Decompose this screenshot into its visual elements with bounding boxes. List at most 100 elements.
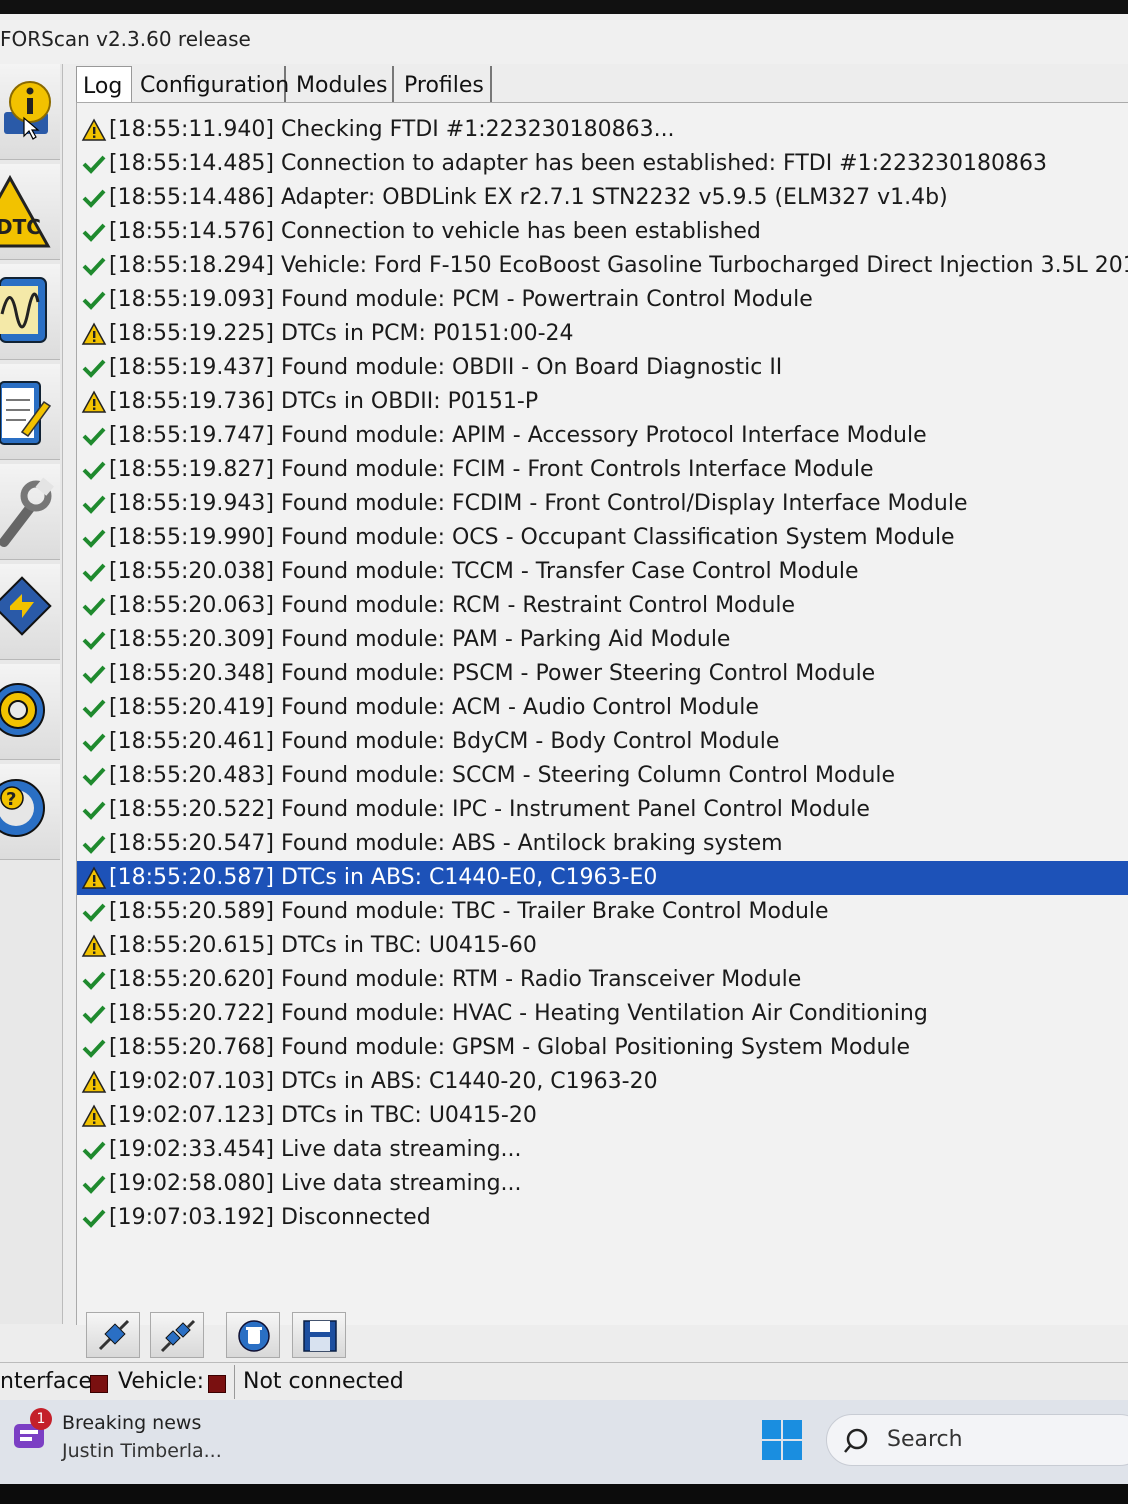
warning-icon [81,1104,107,1127]
tab-modules[interactable]: Modules [290,66,394,102]
tab-configuration[interactable]: Configuration [134,66,289,102]
checkmark-icon [82,223,106,242]
notification-badge: 1 [30,1408,52,1430]
checkmark-icon [82,971,106,990]
checkmark-icon [82,189,106,208]
title-bar: FORScan v2.3.60 release [0,14,1128,64]
sidebar-notepad-button[interactable] [0,364,60,460]
checkmark-icon [82,359,106,378]
log-row[interactable]: [18:55:20.768] Found module: GPSM - Glob… [77,1031,1128,1065]
log-row[interactable]: [18:55:20.483] Found module: SCCM - Stee… [77,759,1128,793]
help-icon: ? [0,779,45,837]
log-row[interactable]: [18:55:14.485] Connection to adapter has… [77,147,1128,181]
sidebar-oscilloscope-button[interactable] [0,264,60,360]
log-row[interactable]: [18:55:14.576] Connection to vehicle has… [77,215,1128,249]
log-row[interactable]: [18:55:20.348] Found module: PSCM - Powe… [77,657,1128,691]
sidebar-dtc-button[interactable]: DTC [0,164,60,260]
log-row-text: [18:55:20.722] Found module: HVAC - Heat… [109,1001,928,1026]
log-row[interactable]: [18:55:20.522] Found module: IPC - Instr… [77,793,1128,827]
connect-button[interactable] [86,1312,140,1358]
news-subtitle: Justin Timberla... [62,1440,222,1462]
sidebar-help-button[interactable]: ? [0,764,60,860]
log-row[interactable]: [18:55:19.093] Found module: PCM - Power… [77,283,1128,317]
log-list[interactable]: [18:55:11.940] Checking FTDI #1:22323018… [76,102,1128,1325]
log-row[interactable]: [18:55:20.615] DTCs in TBC: U0415-60 [77,929,1128,963]
log-row[interactable]: [18:55:20.309] Found module: PAM - Parki… [77,623,1128,657]
log-row[interactable]: [19:02:07.103] DTCs in ABS: C1440-20, C1… [77,1065,1128,1099]
log-row[interactable]: [18:55:20.620] Found module: RTM - Radio… [77,963,1128,997]
sidebar-wrench-button[interactable] [0,464,60,560]
log-row[interactable]: [18:55:14.486] Adapter: OBDLink EX r2.7.… [77,181,1128,215]
log-row[interactable]: [18:55:20.547] Found module: ABS - Antil… [77,827,1128,861]
warning-icon [81,934,107,957]
windows-start-icon[interactable] [762,1420,802,1460]
log-row-text: [18:55:20.038] Found module: TCCM - Tran… [109,559,859,584]
log-row[interactable]: [19:02:07.123] DTCs in TBC: U0415-20 [77,1099,1128,1133]
log-row[interactable]: [18:55:19.437] Found module: OBDII - On … [77,351,1128,385]
log-row[interactable]: [19:02:58.080] Live data streaming... [77,1167,1128,1201]
log-row[interactable]: [18:55:20.589] Found module: TBC - Trail… [77,895,1128,929]
wrench-icon [0,477,54,547]
log-row[interactable]: [18:55:19.827] Found module: FCIM - Fron… [77,453,1128,487]
warning-icon [81,118,107,141]
log-row[interactable]: [18:55:20.038] Found module: TCCM - Tran… [77,555,1128,589]
search-label: Search [887,1427,963,1452]
disconnect-button[interactable] [150,1312,204,1358]
log-row-text: [18:55:20.768] Found module: GPSM - Glob… [109,1035,911,1060]
log-row-text: [18:55:20.063] Found module: RCM - Restr… [109,593,796,618]
checkmark-icon [82,1175,106,1194]
log-row[interactable]: [18:55:20.587] DTCs in ABS: C1440-E0, C1… [77,861,1128,895]
sidebar-settings-button[interactable] [0,664,60,760]
sidebar-info-button[interactable] [0,64,60,160]
checkmark-icon [82,835,106,854]
log-row[interactable]: [18:55:18.294] Vehicle: Ford F-150 EcoBo… [77,249,1128,283]
log-row-text: [19:02:07.123] DTCs in TBC: U0415-20 [109,1103,537,1128]
taskbar: 1 Breaking news Justin Timberla... Searc… [0,1400,1128,1484]
tab-profiles[interactable]: Profiles [398,66,492,102]
status-bar: nterface: Vehicle: Not connected [0,1362,1128,1400]
tab-log[interactable]: Log [76,66,132,102]
log-row-text: [19:02:33.454] Live data streaming... [109,1137,522,1162]
chip-icon [0,576,52,636]
log-row[interactable]: [18:55:19.747] Found module: APIM - Acce… [77,419,1128,453]
dtc-icon-label: DTC [0,215,41,239]
svg-text:?: ? [6,789,16,810]
save-log-button[interactable] [292,1312,346,1358]
log-row[interactable]: [19:07:03.192] Disconnected [77,1201,1128,1235]
log-row-text: [18:55:18.294] Vehicle: Ford F-150 EcoBo… [109,253,1128,278]
checkmark-icon [82,291,106,310]
log-row-text: [18:55:20.615] DTCs in TBC: U0415-60 [109,933,537,958]
sidebar-chip-button[interactable] [0,564,60,660]
log-row[interactable]: [18:55:19.943] Found module: FCDIM - Fro… [77,487,1128,521]
checkmark-icon [82,665,106,684]
taskbar-search-box[interactable]: Search [826,1414,1128,1466]
log-row[interactable]: [19:02:33.454] Live data streaming... [77,1133,1128,1167]
notepad-icon [0,381,52,445]
checkmark-icon [82,801,106,820]
checkmark-icon [82,1141,106,1160]
log-row[interactable]: [18:55:20.722] Found module: HVAC - Heat… [77,997,1128,1031]
log-row[interactable]: [18:55:19.736] DTCs in OBDII: P0151-P [77,385,1128,419]
log-row[interactable]: [18:55:19.225] DTCs in PCM: P0151:00-24 [77,317,1128,351]
checkmark-icon [82,155,106,174]
interface-status-indicator [90,1375,108,1393]
vehicle-status-indicator [208,1375,226,1393]
clear-log-button[interactable] [226,1312,280,1358]
log-row[interactable]: [18:55:19.990] Found module: OCS - Occup… [77,521,1128,555]
search-icon [844,1428,868,1453]
log-row-text: [18:55:19.943] Found module: FCDIM - Fro… [109,491,968,516]
log-row-text: [18:55:14.486] Adapter: OBDLink EX r2.7.… [109,185,948,210]
disconnect-icon [160,1319,196,1353]
warning-icon [81,866,107,889]
checkmark-icon [82,903,106,922]
log-row-text: [18:55:14.485] Connection to adapter has… [109,151,1047,176]
checkmark-icon [82,699,106,718]
log-row[interactable]: [18:55:20.461] Found module: BdyCM - Bod… [77,725,1128,759]
checkmark-icon [82,427,106,446]
log-row[interactable]: [18:55:11.940] Checking FTDI #1:22323018… [77,113,1128,147]
checkmark-icon [82,767,106,786]
log-row[interactable]: [18:55:20.419] Found module: ACM - Audio… [77,691,1128,725]
log-row[interactable]: [18:55:20.063] Found module: RCM - Restr… [77,589,1128,623]
gear-icon [0,683,45,737]
checkmark-icon [82,733,106,752]
